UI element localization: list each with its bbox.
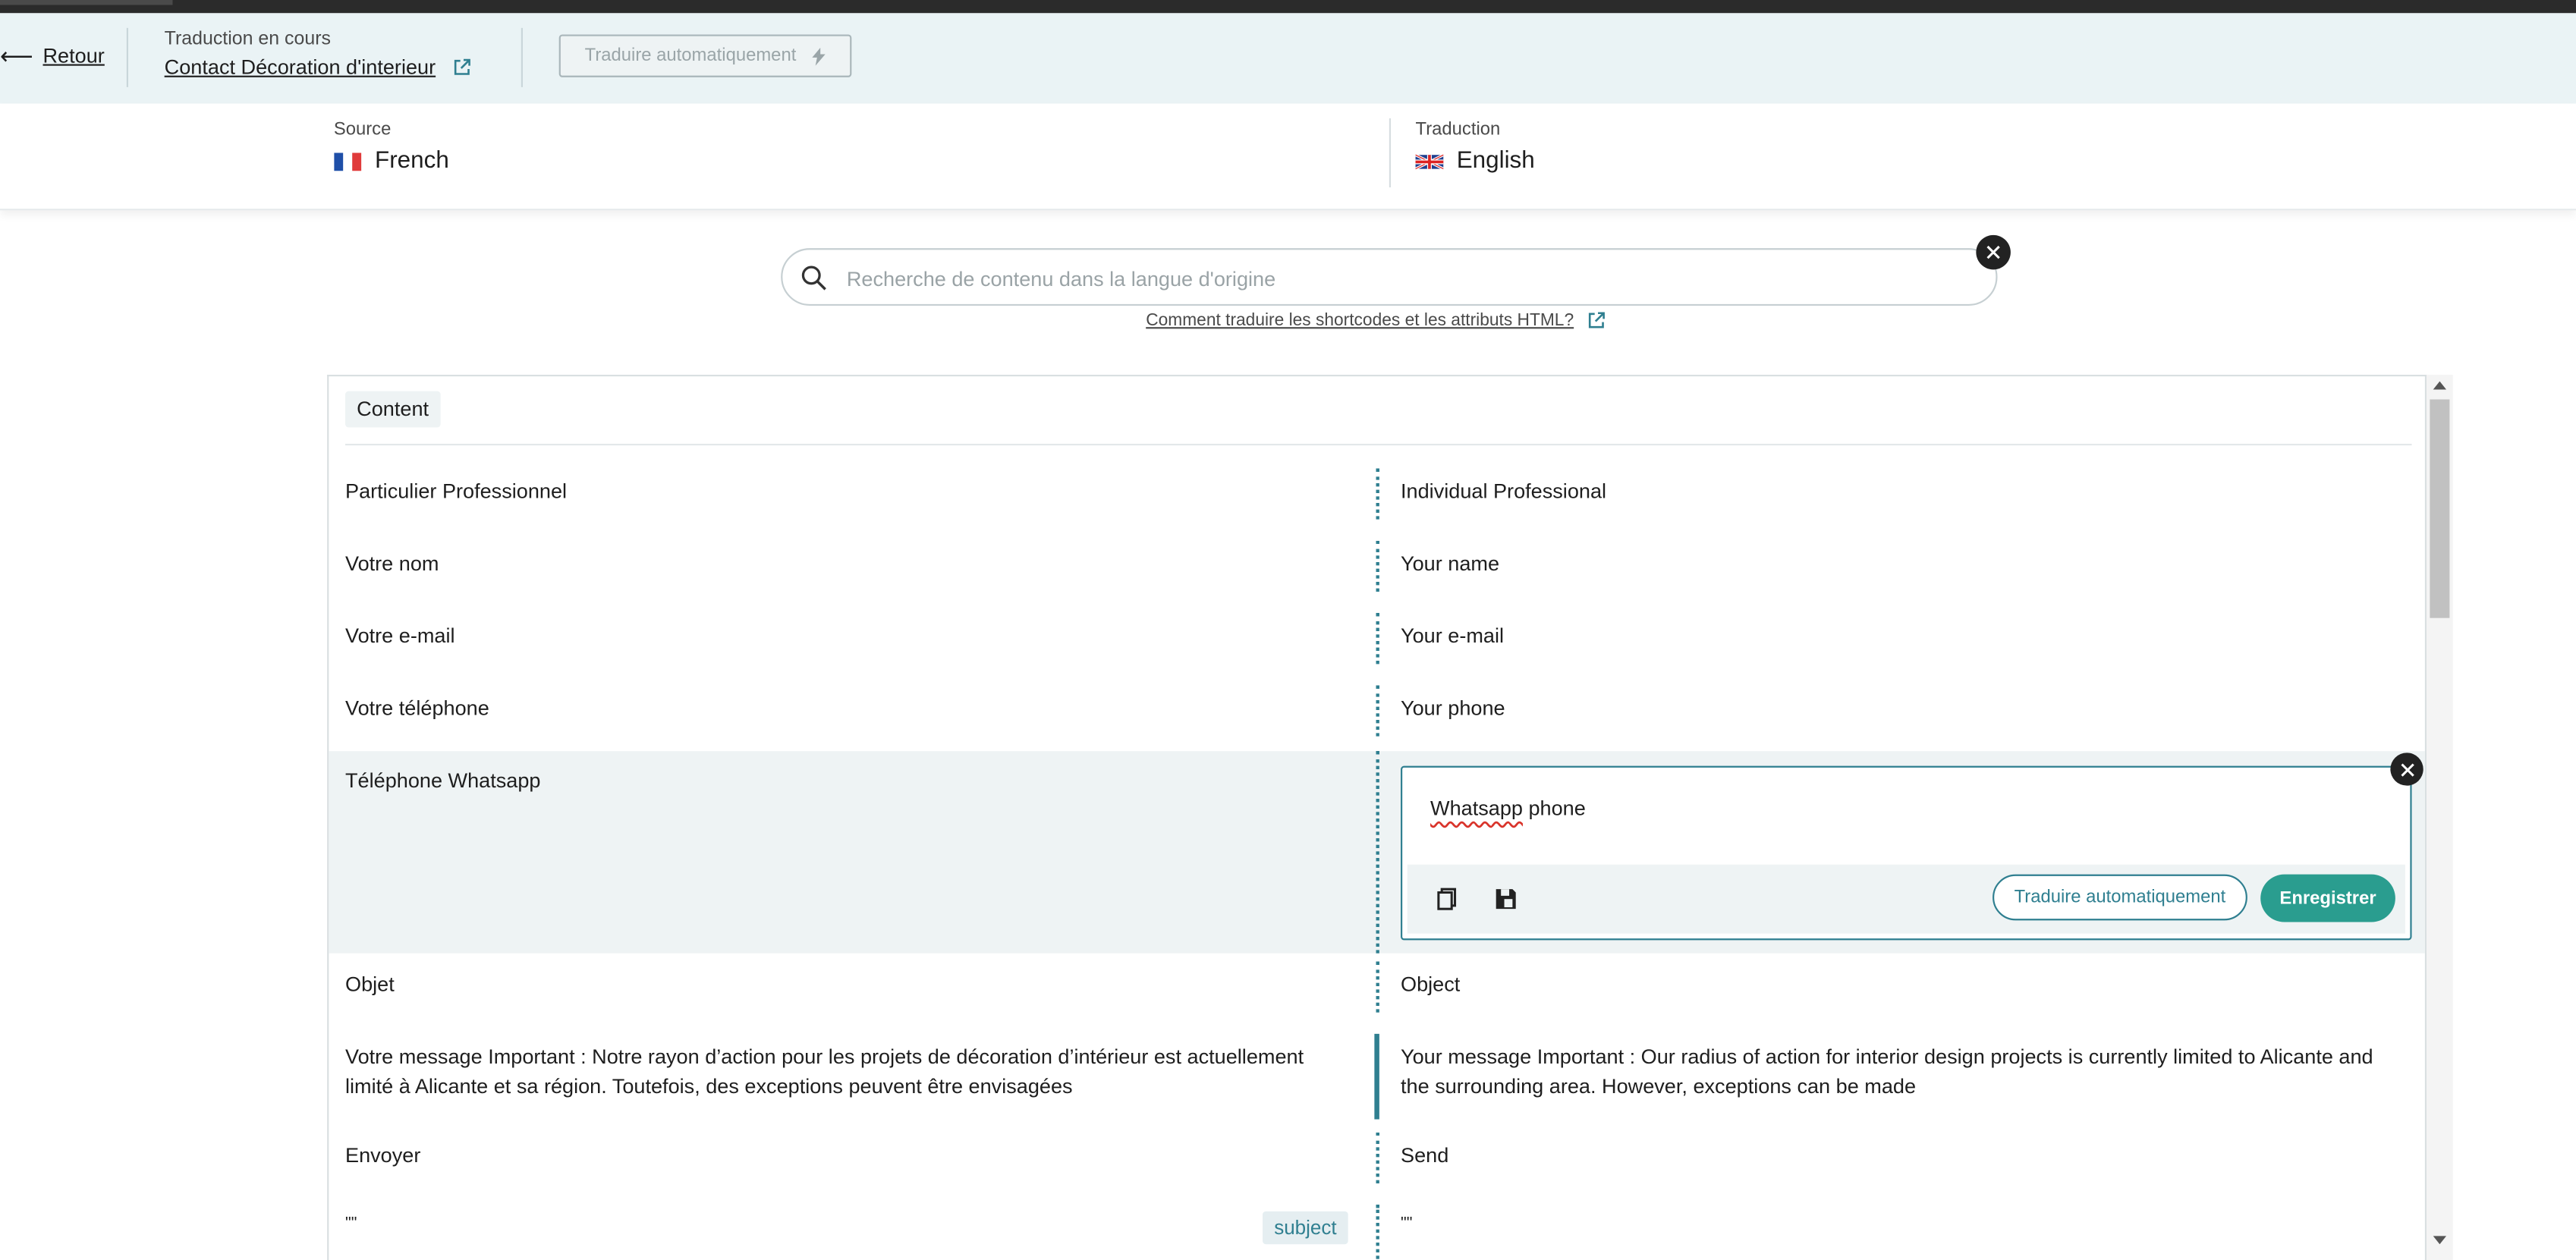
page-title-row: Contact Décoration d'interieur: [165, 56, 472, 79]
row-divider: [1376, 468, 1379, 520]
target-text: Send: [1401, 1144, 1449, 1167]
source-text: Votre message Important : Notre rayon d’…: [345, 1045, 1304, 1098]
table-row[interactable]: Votre e-mail Your e-mail: [329, 608, 2425, 668]
table-row[interactable]: Votre nom Your name: [329, 536, 2425, 595]
source-text: Envoyer: [345, 1144, 421, 1167]
table-row[interactable]: Votre message Important : Notre rayon d’…: [329, 1032, 2425, 1131]
back-link[interactable]: ⟵ Retour: [0, 45, 105, 68]
source-text: "": [345, 1214, 357, 1233]
back-arrow-icon: ⟵: [0, 42, 33, 70]
target-text: Your name: [1401, 552, 1500, 576]
source-language: Source French: [334, 120, 449, 174]
table-row[interactable]: Envoyer Send: [329, 1132, 2425, 1195]
external-link-icon: [1589, 312, 1606, 328]
row-divider: [1376, 961, 1379, 1013]
target-language: Traduction English: [1415, 120, 1535, 174]
clear-search-button[interactable]: [1976, 234, 2011, 270]
row-divider: [1376, 613, 1379, 665]
scroll-up-arrow[interactable]: [2433, 381, 2447, 390]
source-text: Particulier Professionnel: [345, 479, 568, 504]
source-text: Votre e-mail: [345, 624, 455, 648]
search-icon: [801, 266, 826, 291]
target-text: Your message Important : Our radius of a…: [1401, 1045, 2373, 1098]
source-language-name: French: [375, 148, 449, 174]
translation-table: Content Particulier Professionnel Indivi…: [327, 375, 2427, 1260]
auto-translate-all-label: Traduire automatiquement: [584, 46, 797, 66]
table-scrollbar[interactable]: [2427, 375, 2453, 1260]
uk-flag-icon: [1415, 152, 1444, 170]
copy-icon[interactable]: [1432, 886, 1458, 913]
target-text: Your e-mail: [1401, 624, 1505, 648]
target-caption: Traduction: [1415, 120, 1501, 140]
translation-editor[interactable]: Whatsapp phone Traduire automatiquement …: [1401, 765, 2412, 941]
header-divider: [126, 27, 129, 87]
close-editor-button[interactable]: [2390, 753, 2423, 786]
bolt-icon: [812, 46, 826, 65]
source-text: Téléphone Whatsapp: [345, 769, 541, 793]
shortcode-tag: subject: [1263, 1211, 1348, 1245]
table-row[interactable]: Objet Object: [329, 961, 2425, 1026]
source-text: Votre téléphone: [345, 696, 489, 721]
auto-translate-button[interactable]: Traduire automatiquement: [1993, 874, 2247, 921]
target-language-name: English: [1456, 148, 1535, 174]
source-caption: Source: [333, 120, 392, 140]
language-bar: Source French Traduction English: [0, 103, 2576, 211]
language-divider: [1389, 118, 1392, 188]
target-text: Individual Professional: [1401, 479, 1607, 504]
row-divider: [1376, 1132, 1379, 1184]
row-divider: [1376, 540, 1379, 592]
search-input[interactable]: [843, 259, 1936, 300]
translation-editor-screen: ⟵ Retour Traduction en cours Contact Déc…: [0, 0, 2576, 1260]
shortcodes-help-link[interactable]: Comment traduire les shortcodes et les a…: [1146, 311, 1606, 331]
source-text: Objet: [345, 972, 395, 997]
target-text: Your phone: [1401, 696, 1505, 721]
close-icon: [2400, 762, 2414, 776]
scroll-down-arrow[interactable]: [2433, 1236, 2447, 1245]
search-box: [781, 248, 1998, 306]
row-divider: [1376, 1205, 1379, 1260]
target-text: "": [1401, 1214, 1413, 1233]
row-divider: [1376, 751, 1379, 954]
source-text: Votre nom: [345, 552, 439, 576]
browser-top-strip: [0, 0, 2576, 14]
editor-toolbar: Traduire automatiquement Enregistrer: [1407, 864, 2405, 934]
editor-header: ⟵ Retour Traduction en cours Contact Déc…: [0, 13, 2576, 105]
section-tag: Content: [345, 391, 441, 428]
scrollbar-thumb[interactable]: [2430, 399, 2450, 618]
translation-input[interactable]: Whatsapp phone: [1430, 797, 1586, 820]
table-row[interactable]: Votre téléphone Your phone: [329, 680, 2425, 740]
section-rule: [345, 444, 2412, 446]
page-title-link[interactable]: Contact Décoration d'interieur: [165, 56, 436, 79]
save-memory-icon[interactable]: [1492, 886, 1519, 913]
row-divider: [1376, 685, 1379, 737]
table-row[interactable]: "" subject "": [329, 1205, 2425, 1260]
france-flag-icon: [334, 152, 362, 171]
translation-input-rest: phone: [1522, 797, 1586, 821]
close-icon: [1986, 245, 2000, 259]
save-button[interactable]: Enregistrer: [2260, 874, 2395, 922]
table-row-active[interactable]: Téléphone Whatsapp Whatsapp phone Tradui…: [329, 751, 2425, 954]
external-link-icon[interactable]: [452, 58, 472, 77]
back-label: Retour: [42, 44, 105, 68]
translation-status: Traduction en cours: [164, 30, 331, 50]
target-text: Object: [1401, 972, 1461, 997]
row-divider-selected: [1374, 1033, 1379, 1120]
header-divider: [521, 27, 524, 87]
shortcodes-help-label: Comment traduire les shortcodes et les a…: [1146, 310, 1574, 331]
auto-translate-all-button[interactable]: Traduire automatiquement: [558, 34, 852, 77]
browser-tab-hint: [0, 0, 173, 5]
table-row[interactable]: Particulier Professionnel Individual Pro…: [329, 463, 2425, 523]
misspelled-word: Whatsapp: [1430, 797, 1523, 821]
